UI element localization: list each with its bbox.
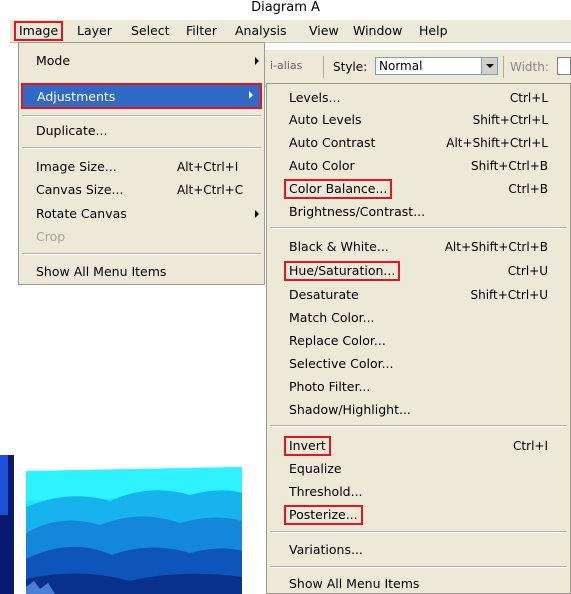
menu-separator	[270, 227, 567, 229]
menu-image[interactable]: Image	[14, 21, 64, 41]
menu-layer[interactable]: Layer	[77, 23, 112, 39]
options-separator	[323, 56, 324, 78]
menu-separator	[270, 531, 567, 533]
shortcut-color-balance: Ctrl+B	[508, 182, 548, 196]
submenu-item-levels[interactable]: Levels...	[289, 90, 340, 106]
shortcut-canvas-size: Alt+Ctrl+C	[177, 183, 244, 197]
submenu-item-posterize[interactable]: Posterize...	[284, 505, 363, 525]
diagram-caption: Diagram A	[251, 0, 320, 15]
submenu-item-hue-saturation[interactable]: Hue/Saturation...	[284, 261, 401, 281]
menu-item-show-all[interactable]: Show All Menu Items	[36, 264, 166, 280]
shortcut-levels: Ctrl+L	[509, 91, 548, 105]
submenu-item-brightness-contrast[interactable]: Brightness/Contrast...	[289, 204, 425, 220]
menu-window[interactable]: Window	[353, 23, 402, 39]
menu-item-adjustments-label: Adjustments	[37, 89, 116, 104]
menu-item-image-size[interactable]: Image Size...	[36, 159, 117, 175]
menu-item-canvas-size[interactable]: Canvas Size...	[36, 182, 123, 198]
antialias-label[interactable]: i-alias	[270, 59, 302, 72]
menu-bar: Image Layer Select Filter Analysis View …	[10, 20, 571, 43]
menu-item-mode[interactable]: Mode	[36, 53, 70, 69]
canvas-landscape-image	[0, 455, 262, 594]
menu-item-adjustments[interactable]: Adjustments	[21, 83, 262, 109]
submenu-item-shadow-highlight[interactable]: Shadow/Highlight...	[289, 402, 411, 418]
width-label: Width:	[510, 60, 549, 74]
style-label: Style:	[333, 60, 368, 74]
shortcut-image-size: Alt+Ctrl+I	[177, 160, 239, 174]
menu-item-duplicate[interactable]: Duplicate...	[36, 123, 107, 139]
submenu-arrow-icon	[255, 210, 259, 218]
submenu-item-color-balance[interactable]: Color Balance...	[284, 179, 393, 199]
image-menu: Mode Adjustments Duplicate... Image Size…	[18, 42, 265, 285]
menu-filter[interactable]: Filter	[186, 23, 217, 39]
style-select[interactable]: Normal	[375, 57, 498, 75]
menu-select[interactable]: Select	[131, 23, 170, 39]
submenu-item-photo-filter[interactable]: Photo Filter...	[289, 379, 370, 395]
submenu-item-replace-color[interactable]: Replace Color...	[289, 333, 386, 349]
menu-item-crop: Crop	[36, 229, 66, 244]
submenu-item-threshold[interactable]: Threshold...	[289, 484, 363, 500]
submenu-item-match-color[interactable]: Match Color...	[289, 310, 375, 326]
menu-analysis[interactable]: Analysis	[235, 23, 287, 39]
submenu-item-equalize[interactable]: Equalize	[289, 461, 342, 477]
menu-view[interactable]: View	[309, 23, 339, 39]
shortcut-black-white: Alt+Shift+Ctrl+B	[444, 240, 548, 254]
menu-separator	[22, 147, 261, 149]
submenu-item-black-white[interactable]: Black & White...	[289, 239, 389, 255]
shortcut-auto-contrast: Alt+Shift+Ctrl+L	[446, 136, 548, 150]
shortcut-auto-levels: Shift+Ctrl+L	[472, 113, 548, 127]
style-select-value: Normal	[379, 59, 423, 73]
menu-help[interactable]: Help	[419, 23, 448, 39]
shortcut-invert: Ctrl+I	[513, 439, 548, 453]
adjustments-submenu: Levels... Ctrl+L Auto Levels Shift+Ctrl+…	[266, 83, 571, 594]
submenu-item-variations[interactable]: Variations...	[289, 542, 363, 558]
menu-item-rotate-canvas[interactable]: Rotate Canvas	[36, 206, 127, 222]
width-input[interactable]	[557, 57, 571, 75]
submenu-item-auto-color[interactable]: Auto Color	[289, 158, 355, 174]
menu-separator	[22, 115, 261, 117]
submenu-item-invert[interactable]: Invert	[284, 436, 331, 456]
submenu-arrow-icon	[255, 57, 259, 65]
shortcut-auto-color: Shift+Ctrl+B	[471, 159, 548, 173]
submenu-item-auto-contrast[interactable]: Auto Contrast	[289, 135, 375, 151]
submenu-arrow-icon	[249, 91, 253, 99]
menu-separator	[270, 425, 567, 427]
menu-separator	[22, 253, 261, 255]
options-bar: i-alias Style: Normal Width:	[262, 50, 571, 87]
submenu-item-show-all[interactable]: Show All Menu Items	[289, 576, 419, 592]
shortcut-hue-saturation: Ctrl+U	[507, 264, 548, 278]
options-separator	[503, 56, 504, 78]
submenu-item-desaturate[interactable]: Desaturate	[289, 287, 359, 303]
shortcut-desaturate: Shift+Ctrl+U	[470, 288, 548, 302]
chevron-down-icon[interactable]	[481, 58, 497, 74]
submenu-item-selective-color[interactable]: Selective Color...	[289, 356, 394, 372]
menu-separator	[270, 566, 567, 568]
submenu-item-auto-levels[interactable]: Auto Levels	[289, 112, 362, 128]
